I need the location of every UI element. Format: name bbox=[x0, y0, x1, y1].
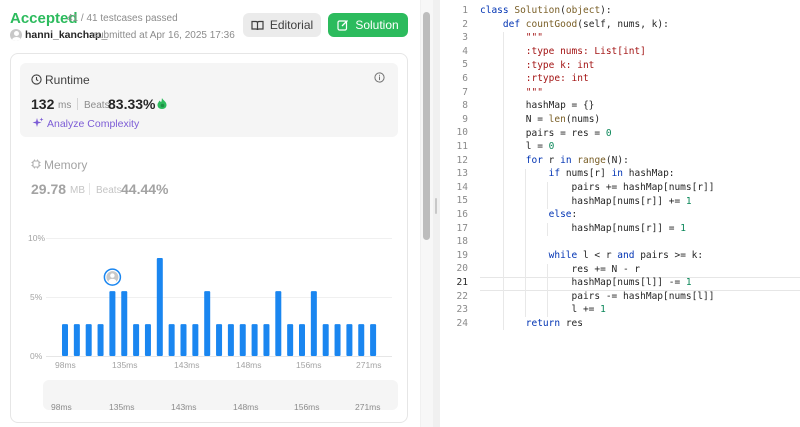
runtime-distribution-chart[interactable] bbox=[0, 0, 420, 427]
code-line[interactable]: def countGood(self, nums, k): bbox=[480, 19, 669, 30]
chart-bar[interactable] bbox=[168, 324, 175, 356]
code-line[interactable]: hashMap = {} bbox=[480, 100, 595, 111]
line-number: 13 bbox=[456, 168, 468, 180]
code-line[interactable]: hashMap[nums[l]] -= 1 bbox=[480, 277, 692, 288]
code-line[interactable]: if nums[r] in hashMap: bbox=[480, 168, 675, 179]
line-number: 17 bbox=[456, 222, 468, 234]
chart-bar[interactable] bbox=[263, 324, 270, 356]
line-number: 8 bbox=[462, 100, 468, 112]
chart-bar[interactable] bbox=[322, 324, 329, 356]
line-number: 1 bbox=[462, 5, 468, 16]
code-line[interactable]: else: bbox=[480, 209, 578, 220]
chart-bar[interactable] bbox=[239, 324, 246, 356]
my-submission-marker[interactable] bbox=[103, 268, 122, 286]
chart-bar[interactable] bbox=[156, 258, 163, 356]
line-number: 18 bbox=[456, 236, 468, 248]
code-line[interactable]: res += N - r bbox=[480, 264, 641, 275]
line-number: 20 bbox=[456, 263, 468, 275]
mini-x-tick-label: 98ms bbox=[51, 402, 72, 412]
chart-bar[interactable] bbox=[85, 324, 92, 356]
chart-bar[interactable] bbox=[97, 324, 104, 356]
pane-resize-handle[interactable] bbox=[433, 0, 440, 427]
line-number: 5 bbox=[462, 59, 468, 71]
mini-range-slider[interactable] bbox=[43, 380, 398, 410]
chart-bar[interactable] bbox=[287, 324, 294, 356]
chart-bar[interactable] bbox=[192, 324, 199, 356]
mini-x-tick-label: 135ms bbox=[109, 402, 135, 412]
line-number: 6 bbox=[462, 73, 468, 84]
line-number: 23 bbox=[456, 304, 468, 316]
line-number: 12 bbox=[456, 154, 468, 166]
code-line[interactable]: return res bbox=[480, 318, 583, 329]
chart-bar[interactable] bbox=[275, 291, 282, 356]
line-number: 4 bbox=[462, 45, 468, 57]
line-number: 21 bbox=[456, 277, 468, 288]
code-line[interactable]: pairs = res = 0 bbox=[480, 128, 612, 139]
chart-bar[interactable] bbox=[216, 324, 223, 356]
mini-x-tick-label: 143ms bbox=[171, 402, 197, 412]
line-number: 2 bbox=[462, 18, 468, 30]
left-scrollbar-thumb[interactable] bbox=[423, 12, 430, 240]
chart-bar[interactable] bbox=[133, 324, 140, 356]
chart-bar[interactable] bbox=[370, 324, 377, 356]
line-number: 16 bbox=[456, 209, 468, 220]
mini-x-tick-label: 271ms bbox=[355, 402, 381, 412]
code-line[interactable]: """ bbox=[480, 32, 543, 43]
line-number: 24 bbox=[456, 317, 468, 329]
mini-x-tick-label: 156ms bbox=[294, 402, 320, 412]
line-number: 15 bbox=[456, 195, 468, 207]
chart-bar[interactable] bbox=[109, 291, 116, 356]
chart-bar[interactable] bbox=[227, 324, 234, 356]
chart-bar[interactable] bbox=[299, 324, 305, 356]
code-line[interactable]: while l < r and pairs >= k: bbox=[480, 250, 703, 261]
code-line[interactable]: class Solution(object): bbox=[480, 5, 612, 16]
line-number: 19 bbox=[456, 249, 468, 261]
code-line[interactable]: :type k: int bbox=[480, 60, 595, 71]
code-line[interactable]: :rtype: int bbox=[480, 73, 589, 84]
chart-bar[interactable] bbox=[62, 324, 68, 356]
chart-bar[interactable] bbox=[334, 324, 341, 356]
line-number: 14 bbox=[456, 181, 468, 193]
mini-x-tick-label: 148ms bbox=[233, 402, 259, 412]
code-line[interactable]: l = 0 bbox=[480, 141, 555, 152]
line-number: 22 bbox=[456, 290, 468, 302]
chart-bar[interactable] bbox=[73, 324, 80, 356]
code-line[interactable]: for r in range(N): bbox=[480, 155, 629, 166]
chart-bar[interactable] bbox=[358, 324, 365, 356]
chart-bar[interactable] bbox=[346, 324, 353, 356]
code-line[interactable]: pairs += hashMap[nums[r]] bbox=[480, 182, 715, 193]
line-number: 10 bbox=[456, 127, 468, 139]
chart-bar[interactable] bbox=[180, 324, 187, 356]
line-number: 3 bbox=[462, 32, 468, 44]
chart-bar[interactable] bbox=[310, 291, 317, 356]
code-line[interactable]: :type nums: List[int] bbox=[480, 46, 646, 57]
code-line[interactable]: pairs -= hashMap[nums[l]] bbox=[480, 291, 715, 302]
line-number: 9 bbox=[462, 113, 468, 125]
chart-bar[interactable] bbox=[144, 324, 151, 356]
line-number: 7 bbox=[462, 86, 468, 98]
chart-bar[interactable] bbox=[251, 324, 258, 356]
code-line[interactable]: l += 1 bbox=[480, 304, 606, 315]
chart-bar[interactable] bbox=[204, 291, 211, 356]
line-number: 11 bbox=[456, 141, 468, 152]
code-line[interactable]: """ bbox=[480, 87, 543, 98]
chart-bar[interactable] bbox=[121, 291, 128, 356]
code-line[interactable]: hashMap[nums[r]] += 1 bbox=[480, 196, 692, 207]
code-line[interactable]: N = len(nums) bbox=[480, 114, 600, 125]
code-line[interactable] bbox=[480, 236, 486, 247]
code-line[interactable]: hashMap[nums[r]] = 1 bbox=[480, 223, 686, 234]
